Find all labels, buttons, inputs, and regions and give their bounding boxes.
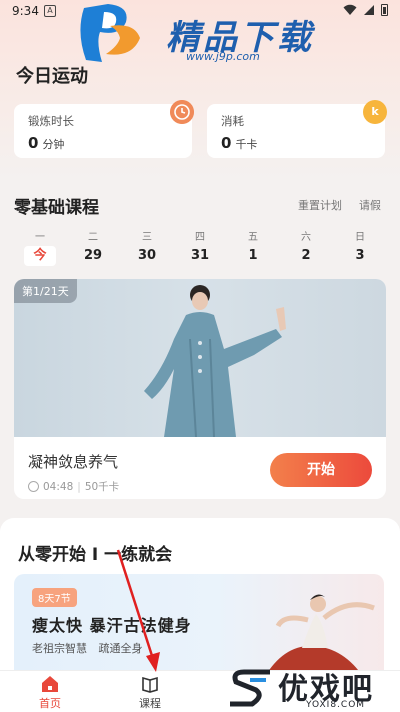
status-icons [343, 4, 388, 16]
stat-value: 0 千卡 [221, 134, 257, 152]
k-icon: k [363, 100, 387, 124]
week-strip: 一 今 二 29 三 30 四 31 五 1 六 2 日 3 [14, 228, 386, 270]
watermark-bottom-url: YOXI8.COM [306, 700, 366, 710]
battery-icon [381, 4, 388, 16]
nav-label: 首页 [39, 697, 61, 710]
day-date: 1 [248, 248, 258, 263]
wifi-icon [343, 4, 357, 15]
day-date: 30 [137, 248, 157, 263]
watermark-logo-icon [80, 4, 140, 62]
stat-number: 0 [221, 134, 232, 152]
day-item-fri[interactable]: 五 1 [237, 228, 269, 266]
nav-item-course[interactable]: 课程 [120, 675, 180, 711]
day-item-thu[interactable]: 四 31 [184, 228, 216, 266]
stat-number: 0 [28, 134, 39, 152]
stat-unit: 千卡 [235, 138, 258, 151]
day-name: 六 [301, 232, 311, 243]
day-item-wed[interactable]: 三 30 [131, 228, 163, 266]
day-date: 29 [83, 248, 103, 263]
watermark-bottom: 优戏吧 YOXI8.COM [222, 664, 400, 712]
page-title: 今日运动 [16, 66, 88, 87]
day-item-sun[interactable]: 日 3 [344, 228, 376, 266]
course-card[interactable]: 第1/21天 凝神敛息养气 04:48 | 50千卡 开始 [14, 279, 386, 499]
day-name: 五 [248, 232, 258, 243]
series-card: 从零开始 I 一练就会 8天7节 瘦太快 暴汗古法健身 老祖宗智慧 疏通全身 [0, 518, 400, 678]
day-name: 一 [35, 232, 45, 243]
promo-sub-item: 老祖宗智慧 [32, 642, 87, 655]
watermark-s-logo-icon [230, 669, 270, 707]
signal-icon [364, 5, 374, 15]
plan-title: 零基础课程 [14, 198, 99, 218]
day-progress-badge: 第1/21天 [14, 279, 77, 303]
start-button[interactable]: 开始 [270, 453, 372, 487]
stat-card-calories: 消耗 0 千卡 k [207, 100, 387, 158]
day-date: 31 [190, 248, 210, 263]
day-item-tue[interactable]: 二 29 [77, 228, 109, 266]
day-date: 3 [355, 248, 365, 263]
course-calories: 50千卡 [84, 481, 120, 493]
promo-banner[interactable]: 8天7节 瘦太快 暴汗古法健身 老祖宗智慧 疏通全身 [14, 574, 384, 678]
stat-label: 消耗 [221, 114, 244, 128]
day-item-mon[interactable]: 一 今 [24, 228, 56, 266]
promo-tag: 8天7节 [32, 588, 77, 607]
day-date: 今 [24, 246, 56, 266]
nav-label: 课程 [139, 697, 161, 710]
day-name: 二 [88, 232, 98, 243]
status-time: 9:34 [12, 4, 39, 18]
watermark-url: www.j9p.com [186, 50, 260, 63]
course-image: 第1/21天 [14, 279, 386, 438]
stat-value: 0 分钟 [28, 134, 64, 152]
home-icon [42, 676, 58, 692]
yoga-woman-illustration [264, 594, 375, 678]
watermark-top: 精品下载 www.j9p.com [74, 2, 334, 66]
course-meta: 04:48 | 50千卡 [28, 479, 119, 494]
stat-unit: 分钟 [42, 138, 65, 151]
clock-icon [170, 100, 194, 124]
clock-icon [28, 481, 39, 492]
day-name: 日 [355, 232, 365, 243]
reset-plan-button[interactable]: 重置计划 [298, 197, 342, 213]
stat-card-duration: 锻炼时长 0 分钟 [14, 100, 194, 158]
day-name: 三 [142, 232, 152, 243]
notification-a-icon: A [44, 5, 56, 17]
stat-label: 锻炼时长 [28, 114, 74, 128]
day-date: 2 [301, 248, 311, 263]
nav-item-home[interactable]: 首页 [20, 675, 80, 711]
annotation-arrow-icon [116, 549, 160, 672]
course-duration: 04:48 [43, 480, 74, 493]
meta-divider: | [77, 480, 81, 493]
day-name: 四 [195, 232, 205, 243]
day-item-sat[interactable]: 六 2 [290, 228, 322, 266]
course-name: 凝神敛息养气 [28, 453, 119, 471]
leave-button[interactable]: 请假 [359, 197, 381, 213]
